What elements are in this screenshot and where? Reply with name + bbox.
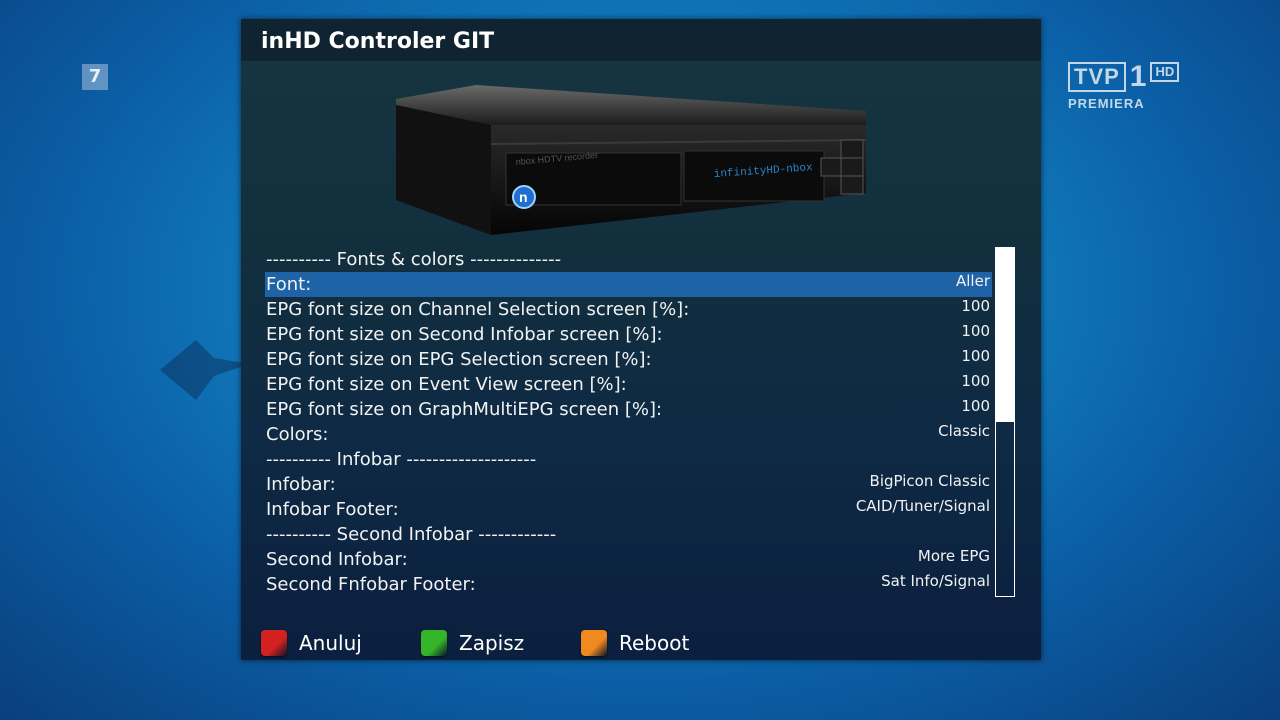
settings-row-value: 100 (961, 347, 990, 365)
settings-row[interactable]: EPG font size on Second Infobar screen [… (265, 322, 992, 347)
svg-text:n: n (519, 189, 528, 205)
background-shark (160, 340, 250, 400)
settings-list: ---------- Fonts & colors --------------… (265, 247, 992, 597)
settings-row-label: EPG font size on EPG Selection screen [%… (266, 349, 652, 370)
settings-row-value: Aller (956, 272, 990, 290)
settings-row-value: 100 (961, 322, 990, 340)
settings-row-label: Colors: (266, 424, 329, 445)
section-header: ---------- Fonts & colors -------------- (265, 247, 992, 272)
logo-subtitle: PREMIERA (1068, 96, 1145, 111)
save-button[interactable]: Zapisz (421, 628, 524, 658)
settings-row-label: Second Fnfobar Footer: (266, 574, 476, 595)
settings-row-label: Infobar Footer: (266, 499, 399, 520)
settings-row-value: CAID/Tuner/Signal (855, 497, 990, 515)
settings-row-label: Font: (266, 274, 312, 295)
channel-number-badge: 7 (82, 64, 108, 90)
settings-row[interactable]: EPG font size on Channel Selection scree… (265, 297, 992, 322)
logo-number: 1 (1129, 60, 1147, 93)
settings-row-value: More EPG (917, 547, 990, 565)
settings-row-label: Second Infobar: (266, 549, 408, 570)
scrollbar-thumb[interactable] (996, 248, 1014, 422)
settings-row-label: EPG font size on Second Infobar screen [… (266, 324, 663, 345)
settings-row-label: ---------- Fonts & colors -------------- (266, 249, 562, 270)
settings-row-label: EPG font size on Event View screen [%]: (266, 374, 627, 395)
settings-row-label: ---------- Second Infobar ------------ (266, 524, 557, 545)
settings-row[interactable]: Infobar Footer: CAID/Tuner/Signal (265, 497, 992, 522)
section-header: ---------- Second Infobar ------------ (265, 522, 992, 547)
settings-row-value: Classic (938, 422, 990, 440)
logo-hd-badge: HD (1150, 62, 1180, 82)
settings-row-value: Sat Info/Signal (881, 572, 990, 590)
settings-row-label: EPG font size on Channel Selection scree… (266, 299, 690, 320)
cancel-button[interactable]: Anuluj (261, 628, 362, 658)
reboot-button[interactable]: Reboot (581, 628, 689, 658)
window-title: inHD Controler GIT (261, 29, 495, 54)
red-key-icon (261, 630, 287, 656)
settings-row[interactable]: EPG font size on Event View screen [%]: 1… (265, 372, 992, 397)
settings-row-value: 100 (961, 297, 990, 315)
color-buttons-bar: Anuluj Zapisz Reboot (261, 628, 1021, 658)
settings-row[interactable]: Colors: Classic (265, 422, 992, 447)
settings-row[interactable]: Second Fnfobar Footer: Sat Info/Signal (265, 572, 992, 597)
controller-window: inHD Controler GIT n nbox HDTV recorder … (241, 19, 1041, 660)
settings-row-value: 100 (961, 397, 990, 415)
receiver-image: n nbox HDTV recorder infinityHD-nbox (396, 85, 866, 235)
channel-logo: TVP 1 HD PREMIERA (1068, 60, 1180, 111)
settings-row-label: EPG font size on GraphMultiEPG screen [%… (266, 399, 663, 420)
settings-row-label: ---------- Infobar -------------------- (266, 449, 537, 470)
reboot-button-label: Reboot (619, 631, 690, 655)
save-button-label: Zapisz (459, 631, 525, 655)
logo-brand: TVP (1068, 62, 1126, 92)
green-key-icon (421, 630, 447, 656)
settings-row[interactable]: EPG font size on EPG Selection screen [%… (265, 347, 992, 372)
settings-row-label: Infobar: (266, 474, 336, 495)
settings-row-value: 100 (961, 372, 990, 390)
cancel-button-label: Anuluj (299, 631, 362, 655)
settings-row[interactable]: EPG font size on GraphMultiEPG screen [%… (265, 397, 992, 422)
orange-key-icon (581, 630, 607, 656)
settings-row[interactable]: Font: Aller (265, 272, 992, 297)
settings-row-value: BigPicon Classic (869, 472, 990, 490)
scrollbar[interactable] (995, 247, 1015, 597)
